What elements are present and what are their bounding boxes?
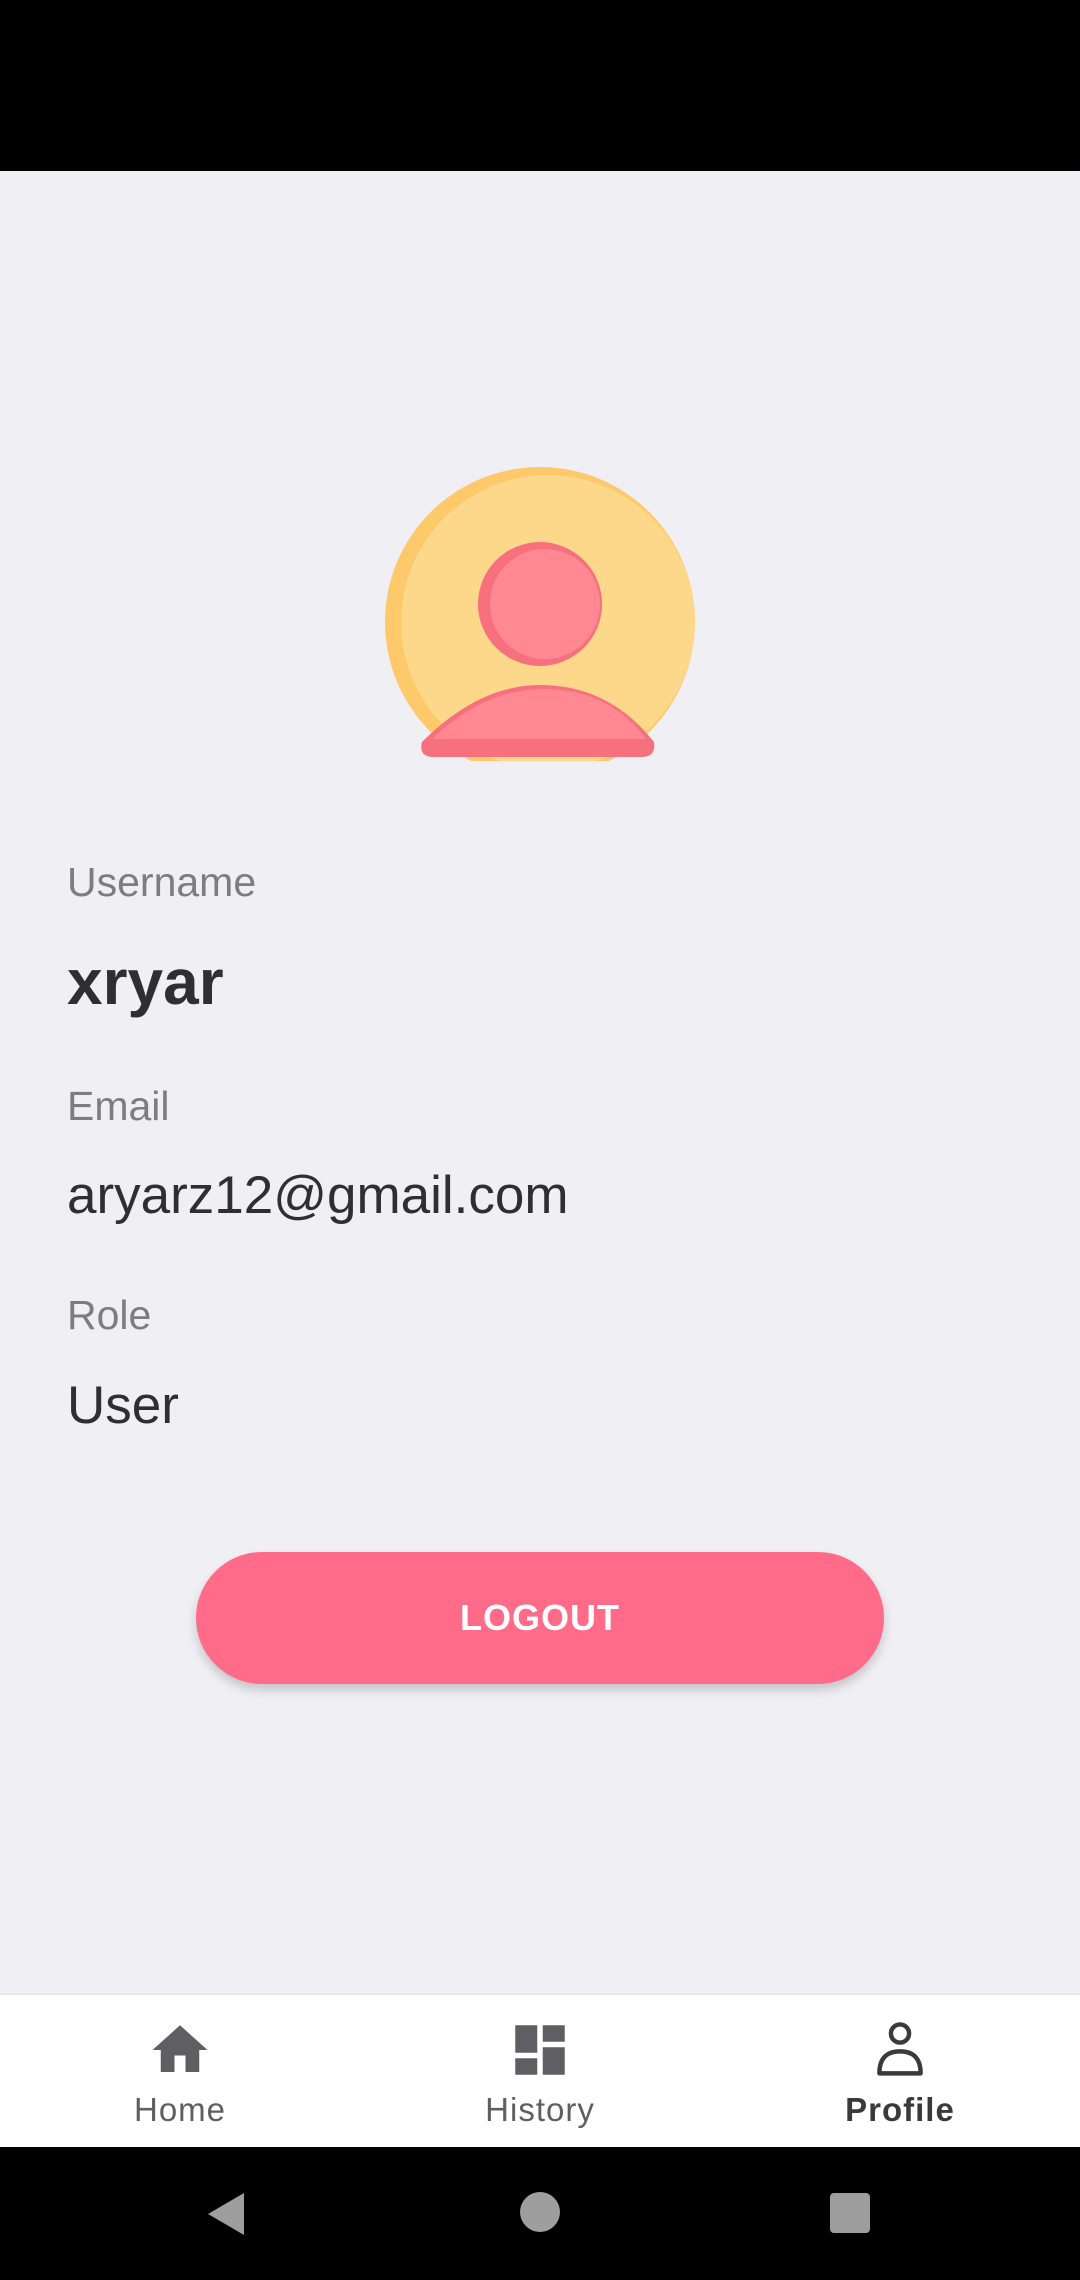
system-navigation-bar (0, 2147, 1080, 2280)
home-icon (152, 2025, 208, 2072)
nav-label-profile: Profile (845, 2091, 955, 2128)
phone-device: Username xryar Email aryarz12@gmail.com … (0, 0, 1080, 2280)
logout-button[interactable]: LOGOUT (196, 1552, 884, 1684)
nav-item-profile[interactable]: Profile (720, 1995, 1080, 2147)
nav-item-home[interactable]: Home (0, 1995, 360, 2147)
username-label: Username (67, 859, 257, 905)
dashboard-icon (515, 2025, 565, 2075)
role-value: User (67, 1376, 179, 1435)
home-circle-icon[interactable] (519, 2191, 561, 2233)
username-value: xryar (67, 946, 224, 1018)
profile-screen: Username xryar Email aryarz12@gmail.com … (0, 171, 1080, 1993)
user-avatar-icon (385, 467, 695, 761)
nav-item-history[interactable]: History (360, 1995, 720, 2147)
bottom-navigation: Home History Profile (0, 1993, 1080, 2147)
nav-label-history: History (485, 2091, 595, 2128)
status-bar (0, 0, 1080, 171)
person-icon (877, 2022, 923, 2076)
back-icon[interactable] (204, 2191, 248, 2237)
recents-icon[interactable] (829, 2192, 871, 2234)
nav-label-home: Home (133, 2091, 227, 2128)
role-label: Role (67, 1292, 152, 1338)
email-label: Email (67, 1083, 170, 1129)
email-value: aryarz12@gmail.com (67, 1166, 569, 1225)
